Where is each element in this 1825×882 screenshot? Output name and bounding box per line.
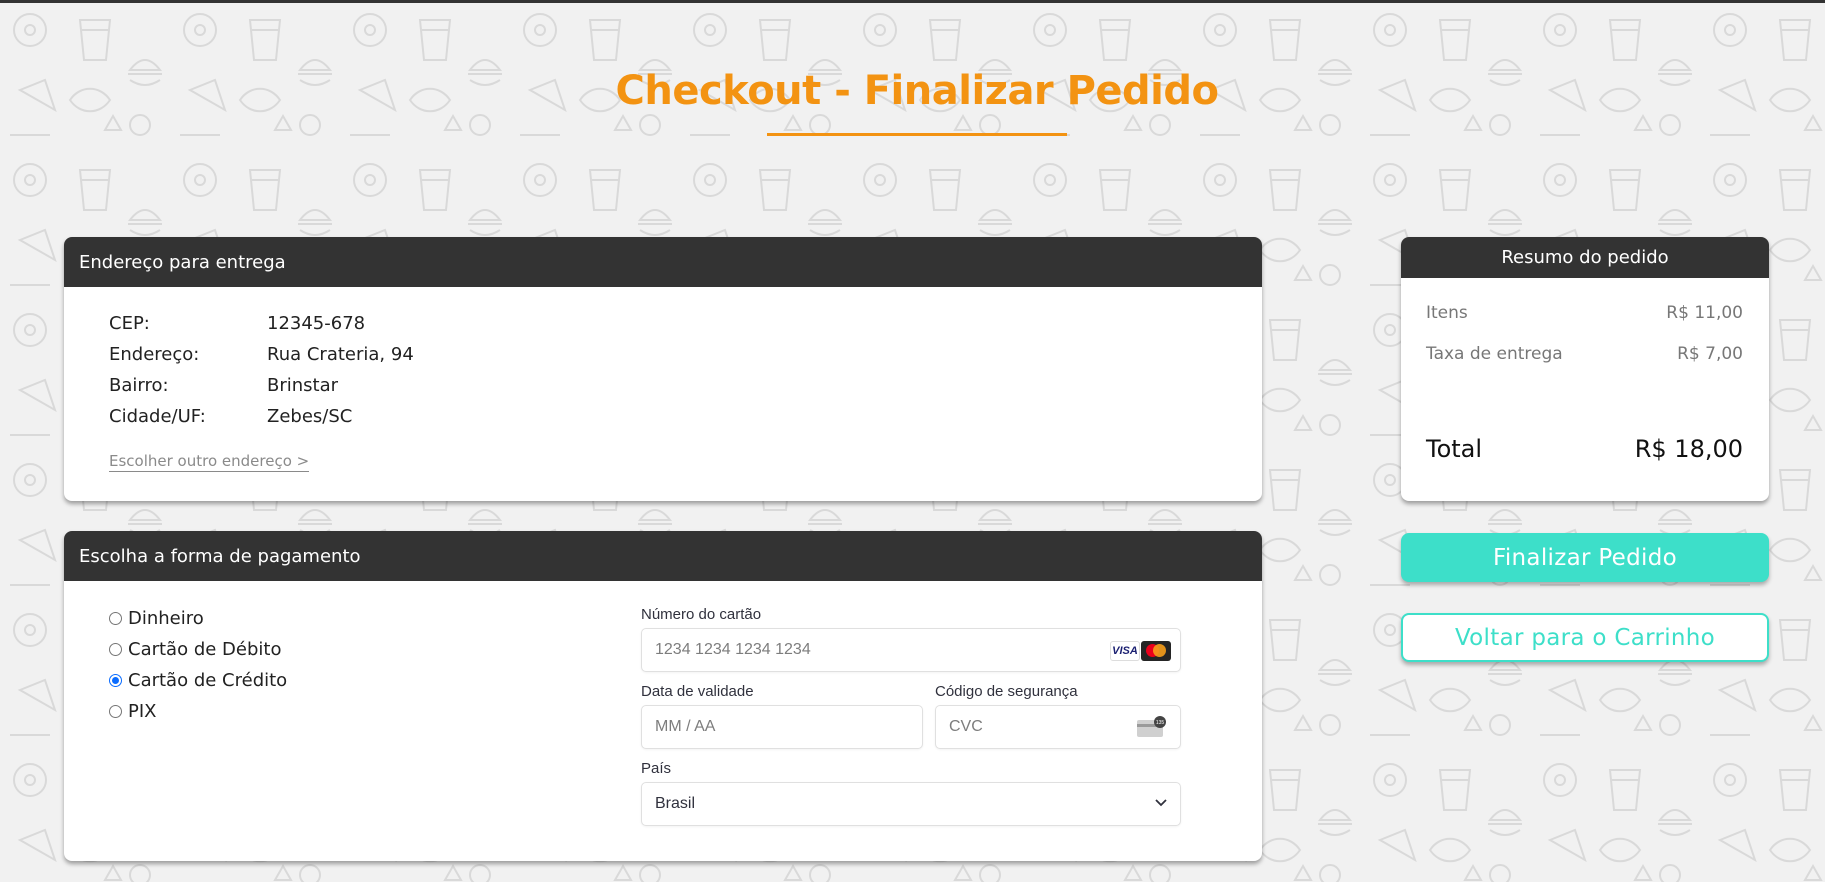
- address-card: Endereço para entrega CEP: 12345-678 End…: [64, 237, 1262, 501]
- expiry-placeholder: MM / AA: [655, 718, 716, 735]
- address-value: Rua Crateria, 94: [267, 344, 414, 365]
- payment-option-label: Dinheiro: [128, 608, 204, 629]
- summary-row-fee: Taxa de entrega R$ 7,00: [1426, 344, 1743, 364]
- address-value: Zebes/SC: [267, 406, 353, 427]
- payment-option-credit[interactable]: Cartão de Crédito: [109, 670, 287, 691]
- visa-icon: VISA: [1110, 641, 1140, 661]
- change-address-link[interactable]: Escolher outro endereço >: [109, 452, 310, 472]
- summary-items-label: Itens: [1426, 303, 1468, 323]
- title-underline: [767, 133, 1067, 136]
- payment-option-label: PIX: [128, 701, 157, 722]
- summary-fee-label: Taxa de entrega: [1426, 344, 1563, 364]
- summary-total-label: Total: [1426, 435, 1483, 463]
- mastercard-icon: [1141, 641, 1171, 661]
- payment-option-label: Cartão de Débito: [128, 639, 282, 660]
- card-number-input[interactable]: 1234 1234 1234 1234 VISA: [641, 628, 1181, 672]
- cvc-card-icon: 135: [1137, 716, 1166, 737]
- country-select[interactable]: Brasil: [641, 782, 1181, 826]
- address-value: 12345-678: [267, 313, 366, 334]
- back-to-cart-button[interactable]: Voltar para o Carrinho: [1401, 613, 1769, 662]
- address-card-header: Endereço para entrega: [64, 237, 1262, 287]
- address-label: Endereço:: [109, 344, 200, 365]
- radio-button[interactable]: [109, 643, 122, 656]
- summary-row-total: Total R$ 18,00: [1426, 435, 1743, 463]
- finish-order-button[interactable]: Finalizar Pedido: [1401, 533, 1769, 582]
- payment-option-label: Cartão de Crédito: [128, 670, 288, 691]
- chevron-down-icon: [1155, 799, 1167, 807]
- radio-button-selected[interactable]: [109, 674, 122, 687]
- address-label: Cidade/UF:: [109, 406, 206, 427]
- payment-card: Escolha a forma de pagamento Dinheiro Ca…: [64, 531, 1262, 861]
- address-value: Brinstar: [267, 375, 339, 396]
- country-label: País: [641, 760, 672, 777]
- card-number-label: Número do cartão: [641, 606, 762, 623]
- expiry-label: Data de validade: [641, 683, 754, 700]
- summary-fee-value: R$ 7,00: [1677, 344, 1743, 364]
- order-summary-card: Resumo do pedido Itens R$ 11,00 Taxa de …: [1401, 237, 1769, 501]
- payment-option-cash[interactable]: Dinheiro: [109, 608, 204, 629]
- radio-button[interactable]: [109, 612, 122, 625]
- expiry-input[interactable]: MM / AA: [641, 705, 923, 749]
- cvc-icon-number: 135: [1156, 720, 1165, 726]
- card-number-placeholder: 1234 1234 1234 1234: [655, 641, 811, 658]
- address-label: CEP:: [109, 313, 150, 334]
- summary-items-value: R$ 11,00: [1666, 303, 1743, 323]
- cvc-input[interactable]: CVC 135: [935, 705, 1181, 749]
- page-title: Checkout - Finalizar Pedido: [615, 68, 1219, 114]
- payment-option-debit[interactable]: Cartão de Débito: [109, 639, 281, 660]
- payment-card-header: Escolha a forma de pagamento: [64, 531, 1262, 581]
- radio-button[interactable]: [109, 705, 122, 718]
- summary-total-value: R$ 18,00: [1634, 435, 1743, 463]
- payment-option-pix[interactable]: PIX: [109, 701, 157, 722]
- cvc-placeholder: CVC: [949, 718, 983, 735]
- country-value: Brasil: [655, 795, 696, 812]
- address-label: Bairro:: [109, 375, 169, 396]
- summary-row-items: Itens R$ 11,00: [1426, 303, 1743, 323]
- order-summary-header: Resumo do pedido: [1401, 237, 1769, 278]
- cvc-label: Código de segurança: [935, 683, 1078, 700]
